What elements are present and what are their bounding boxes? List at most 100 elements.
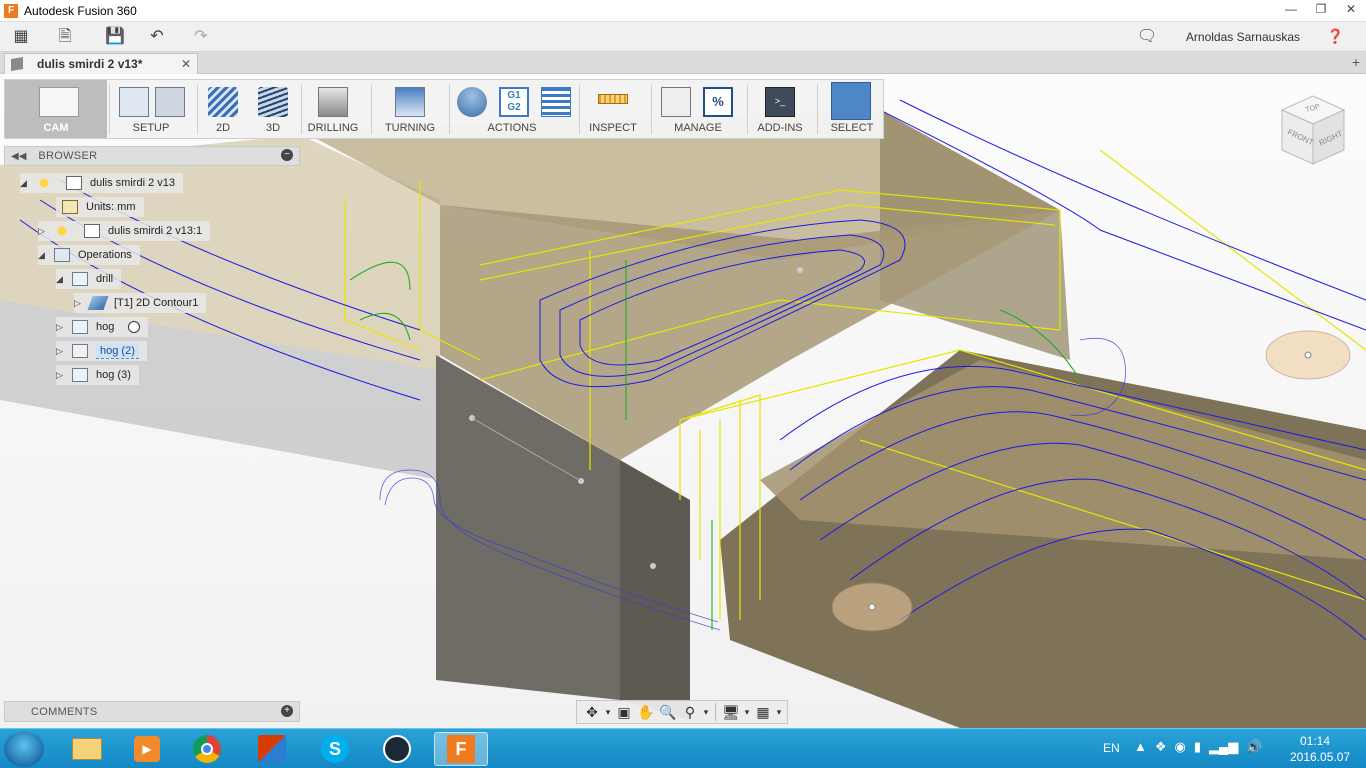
taskbar-steam[interactable] — [370, 732, 424, 766]
3d-toolpath-icon — [258, 87, 288, 117]
post-icon-text-g1: G1 — [507, 90, 521, 101]
2d-menu[interactable]: 2D — [199, 80, 247, 138]
taskbar-media-player[interactable]: ▶ — [120, 732, 174, 766]
tree-item-label: hog — [96, 321, 115, 333]
grid-dropdown-icon[interactable]: ▾ — [774, 703, 784, 721]
zoom-icon[interactable]: 🔍 — [657, 703, 679, 721]
tree-item-drill[interactable]: ◢ drill — [56, 269, 122, 289]
network-signal-icon[interactable]: ▂▄▆ — [1209, 739, 1238, 755]
close-window-button[interactable]: ✕ — [1336, 0, 1366, 20]
tree-item-document[interactable]: ◢ dulis smirdi 2 v13 — [20, 173, 183, 193]
collapse-triangle-icon[interactable]: ◢ — [56, 274, 66, 285]
tree-item-component[interactable]: ▷ dulis smirdi 2 v13:1 — [38, 221, 211, 241]
office-icon — [258, 735, 286, 763]
display-dropdown-icon[interactable]: ▾ — [742, 703, 752, 721]
start-button[interactable] — [4, 731, 44, 767]
taskbar-skype[interactable]: S — [308, 732, 362, 766]
visibility-bulb-icon[interactable] — [54, 224, 70, 238]
user-account-menu[interactable]: Arnoldas Sarnauskas — [1186, 30, 1300, 44]
setup-menu-label: SETUP — [132, 122, 170, 134]
app-tray-icon[interactable]: ◉ — [1175, 739, 1186, 755]
look-at-icon[interactable]: ▣ — [613, 703, 635, 721]
turning-icon — [395, 87, 425, 117]
expand-triangle-icon[interactable]: ▷ — [56, 370, 66, 381]
fit-zoom-icon[interactable]: ⚲ — [679, 703, 701, 721]
tree-item-units[interactable]: Units: mm — [56, 197, 144, 217]
visibility-bulb-icon[interactable] — [36, 176, 52, 190]
turning-menu-label: TURNING — [384, 122, 436, 134]
collapse-browser-icon[interactable]: ◀◀ — [11, 151, 26, 162]
viewcube-svg: TOP FRONT RIGHT — [1280, 95, 1346, 165]
chrome-icon — [193, 735, 221, 763]
setup-menu[interactable]: SETUP — [111, 80, 191, 138]
drilling-button[interactable]: DRILLING — [303, 80, 363, 138]
folder-icon — [72, 272, 88, 286]
show-hidden-icons-icon[interactable]: ▲ — [1134, 739, 1147, 755]
taskbar-chrome[interactable] — [180, 732, 234, 766]
new-tab-plus-icon[interactable]: + — [1352, 54, 1360, 70]
tree-item-operations[interactable]: ◢ Operations — [38, 245, 140, 265]
taskbar-fusion360[interactable]: F — [434, 732, 488, 766]
minimize-button[interactable]: — — [1276, 0, 1306, 20]
expand-triangle-icon[interactable]: ▷ — [56, 322, 66, 333]
battery-icon[interactable]: ▮ — [1194, 739, 1201, 755]
document-tab-name: dulis smirdi 2 v13* — [37, 57, 143, 71]
document-tab[interactable]: dulis smirdi 2 v13* ✕ — [4, 53, 198, 74]
canvas-viewport[interactable] — [0, 74, 1366, 728]
turning-menu[interactable]: TURNING — [375, 80, 445, 138]
data-panel-grid-icon[interactable]: ▦ — [10, 27, 32, 47]
language-indicator[interactable]: EN — [1103, 741, 1120, 755]
orbit-icon[interactable]: ✥ — [581, 703, 603, 721]
drilling-label: DRILLING — [307, 122, 359, 134]
tree-item-label: [T1] 2D Contour1 — [114, 297, 199, 309]
model-toolpath-scene — [0, 99, 1366, 728]
add-comment-icon[interactable]: + — [281, 705, 293, 717]
navigation-bar: ✥ ▾ ▣ ✋ 🔍 ⚲ ▾ 🖥 ▾ ▦ ▾ — [576, 700, 788, 724]
save-icon[interactable]: 💾 — [104, 27, 126, 47]
volume-icon[interactable]: 🔊 — [1246, 739, 1262, 755]
expand-triangle-icon[interactable]: ▷ — [56, 346, 66, 357]
viewcube[interactable]: TOP FRONT RIGHT — [1280, 94, 1346, 171]
expand-triangle-icon[interactable]: ▷ — [74, 298, 84, 309]
browser-panel-header[interactable]: ◀◀ BROWSER − — [4, 146, 300, 166]
select-menu[interactable]: SELECT — [821, 80, 883, 138]
zoom-dropdown-icon[interactable]: ▾ — [701, 703, 711, 721]
windows-icon[interactable]: ❖ — [1155, 739, 1167, 755]
display-settings-icon[interactable]: 🖥 — [720, 703, 742, 721]
window-title: Autodesk Fusion 360 — [24, 3, 137, 18]
manage-menu[interactable]: % MANAGE — [653, 80, 743, 138]
taskbar-explorer[interactable] — [60, 732, 114, 766]
restore-button[interactable]: ❐ — [1306, 0, 1336, 20]
orbit-dropdown-icon[interactable]: ▾ — [603, 703, 613, 721]
file-menu-icon[interactable]: 🗎 — [54, 27, 76, 47]
taskbar-office[interactable] — [245, 732, 299, 766]
tree-item-contour[interactable]: ▷ [T1] 2D Contour1 — [74, 293, 207, 313]
grid-settings-icon[interactable]: ▦ — [752, 703, 774, 721]
folder-icon — [72, 320, 88, 334]
tree-item-hog-2[interactable]: ▷ hog (2) — [56, 341, 147, 361]
taskbar-clock[interactable]: 01:14 2016.05.07 — [1290, 733, 1350, 765]
collapse-triangle-icon[interactable]: ◢ — [38, 250, 48, 261]
radio-toggle-icon[interactable] — [128, 321, 141, 333]
inspect-button[interactable]: INSPECT — [581, 80, 645, 138]
undo-icon[interactable]: ↶ — [146, 27, 168, 47]
comments-panel-header[interactable]: COMMENTS + — [4, 701, 300, 722]
setup-icon — [119, 87, 149, 117]
tree-item-label: Operations — [78, 249, 132, 261]
tree-item-hog-3[interactable]: ▷ hog (3) — [56, 365, 139, 385]
tree-item-hog[interactable]: ▷ hog — [56, 317, 149, 337]
expand-triangle-icon[interactable]: ▷ — [38, 226, 48, 237]
actions-menu[interactable]: G1 G2 ACTIONS — [451, 80, 573, 138]
help-icon[interactable]: ❓ — [1327, 28, 1344, 45]
add-ins-menu[interactable]: >_ ADD-INS — [749, 80, 811, 138]
3d-menu[interactable]: 3D — [249, 80, 297, 138]
workspace-switcher-cam[interactable]: CAM — [5, 80, 107, 138]
pan-hand-icon[interactable]: ✋ — [635, 703, 657, 721]
post-icon-text-g2: G2 — [507, 102, 521, 113]
redo-icon[interactable]: ↷ — [190, 27, 212, 47]
collapse-triangle-icon[interactable]: ◢ — [20, 178, 30, 189]
close-tab-icon[interactable]: ✕ — [181, 57, 191, 71]
comments-balloon-icon[interactable]: 🗨 — [1136, 27, 1158, 47]
tree-item-label: hog (2) — [96, 343, 139, 359]
browser-minimize-icon[interactable]: − — [281, 149, 293, 161]
